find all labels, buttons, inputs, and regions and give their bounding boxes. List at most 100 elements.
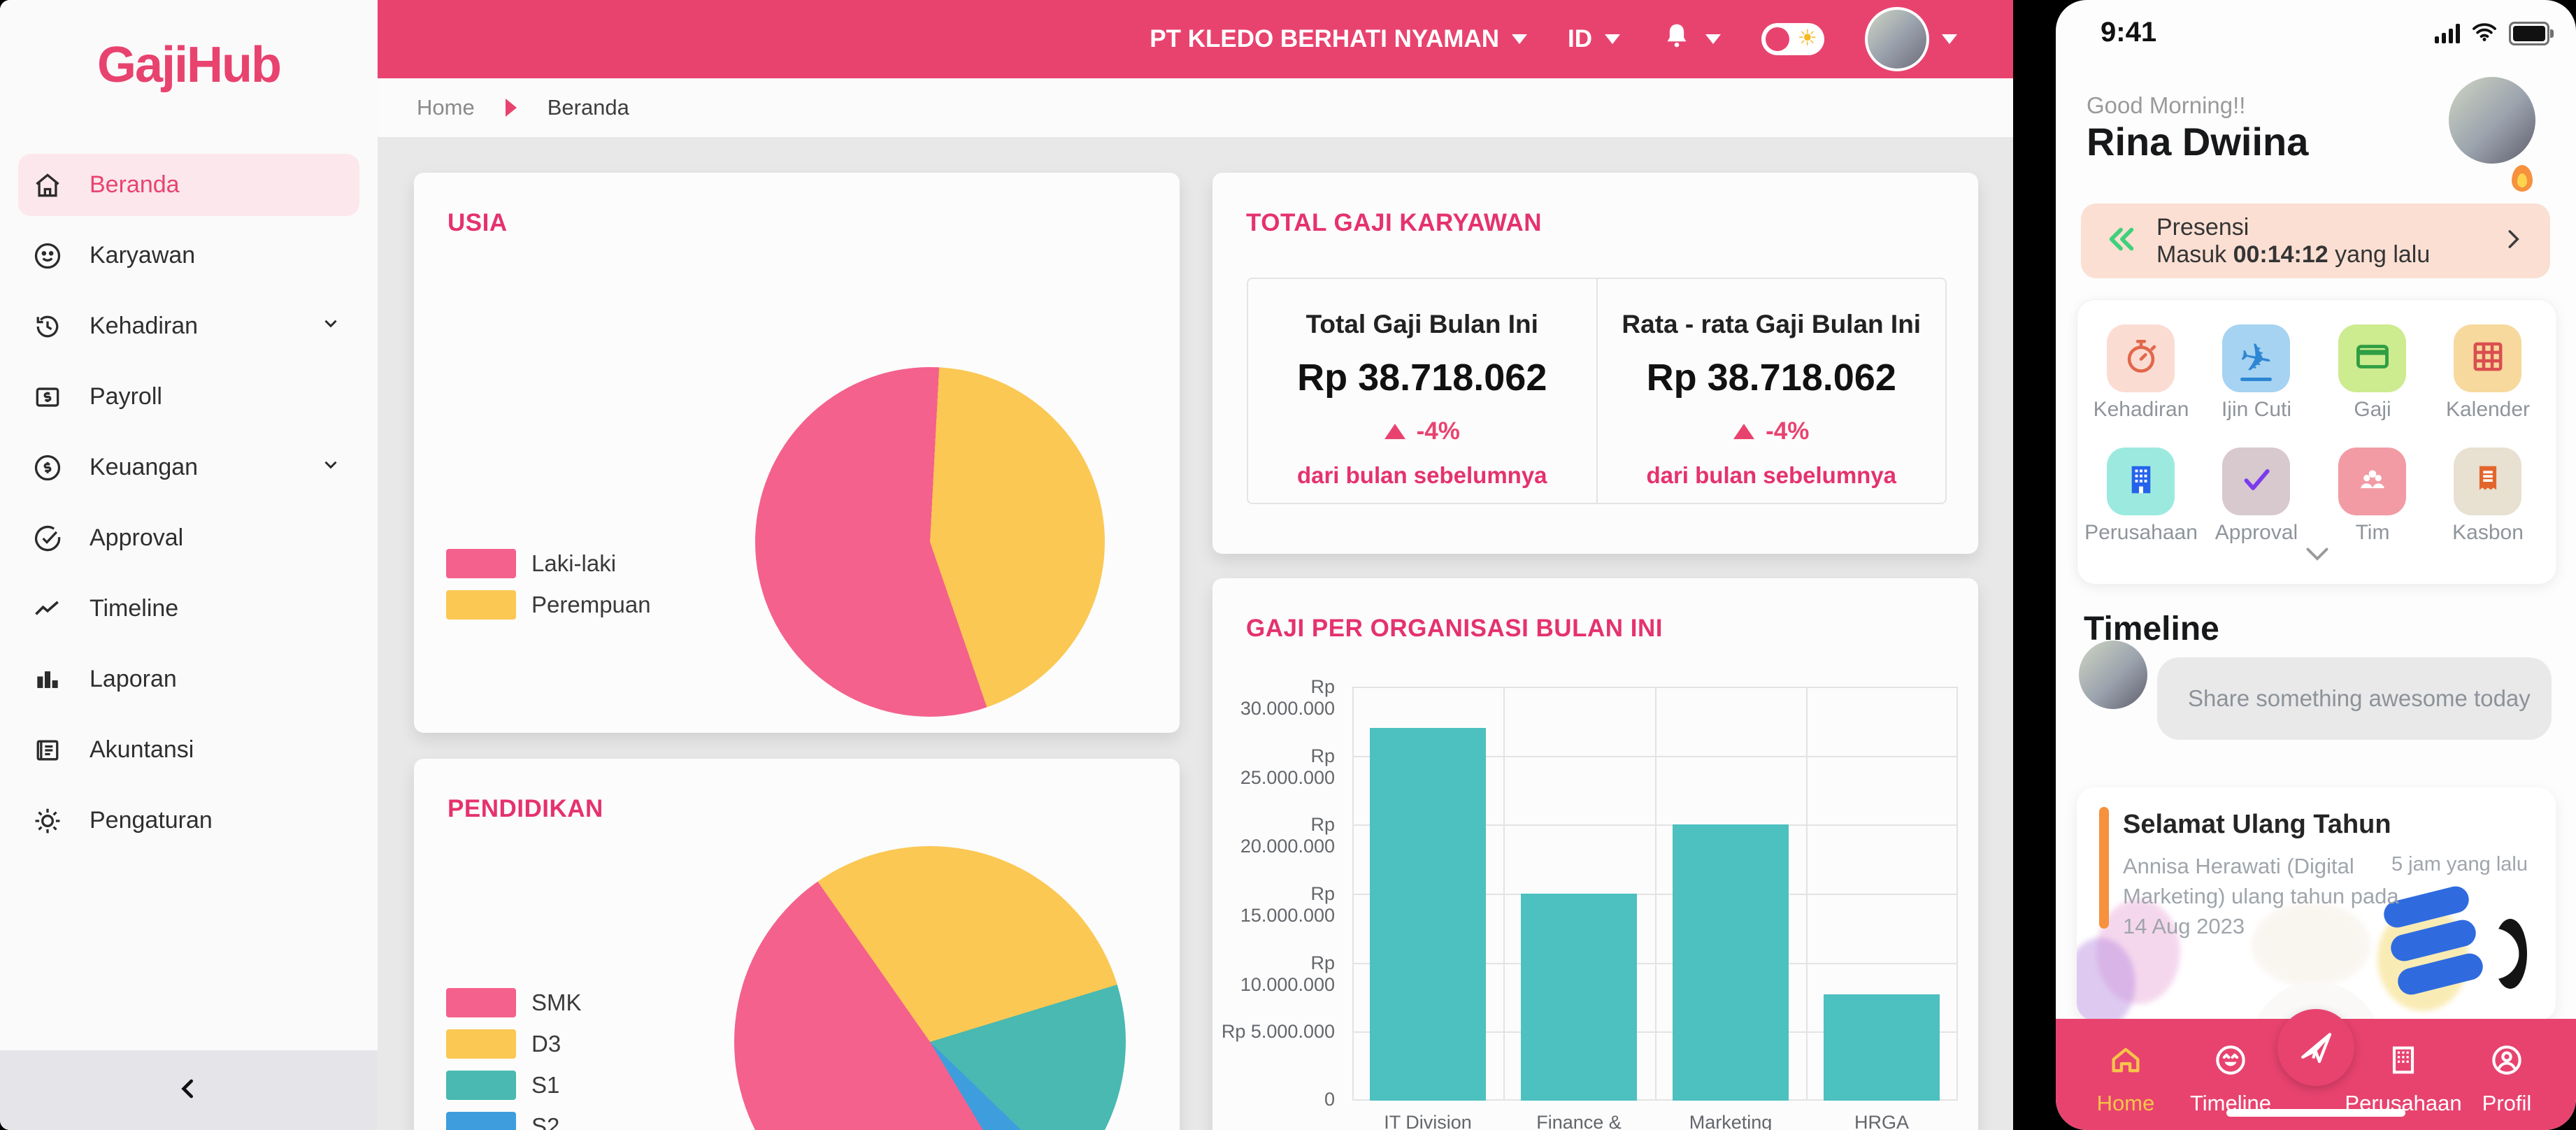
menu-tile-kasbon[interactable] <box>2454 448 2521 515</box>
home-icon <box>2108 1042 2144 1084</box>
sidebar-item-beranda[interactable]: Beranda <box>0 150 378 220</box>
stat-label: Rata - rata Gaji Bulan Ini <box>1622 310 1921 339</box>
sidebar-item-label: Approval <box>90 524 183 552</box>
card-gaji-per-organisasi: GAJI PER ORGANISASI BULAN INI Rp 30.000.… <box>1212 578 1978 1130</box>
bar-group <box>1352 687 1503 1101</box>
sun-icon: ☀ <box>1797 24 1817 51</box>
profile-menu[interactable] <box>1865 7 1957 71</box>
theme-toggle[interactable]: ☀ <box>1761 23 1824 55</box>
sidebar-item-kehadiran[interactable]: Kehadiran <box>0 291 378 362</box>
usia-legend: Laki-laki Perempuan <box>446 549 651 631</box>
breadcrumb: Home Beranda <box>378 78 2013 137</box>
trend-line-icon <box>32 594 63 624</box>
sidebar-item-label: Pengaturan <box>90 807 213 834</box>
card-pendidikan: PENDIDIKAN SMK D3 S1 S2 <box>414 759 1180 1130</box>
card-title: GAJI PER ORGANISASI BULAN INI <box>1246 615 1663 643</box>
y-axis-tick: Rp 5.000.000 <box>1212 1021 1335 1043</box>
company-dropdown[interactable]: PT KLEDO BERHATI NYAMAN <box>1150 25 1527 53</box>
sidebar-item-timeline[interactable]: Timeline <box>0 573 378 644</box>
check-icon <box>2236 459 2277 503</box>
stat-total: Total Gaji Bulan Ini Rp 38.718.062 -4% d… <box>1248 279 1598 503</box>
salary-stats-box: Total Gaji Bulan Ini Rp 38.718.062 -4% d… <box>1247 278 1947 504</box>
streak-flame-icon <box>2512 165 2533 192</box>
bar-marketing <box>1673 824 1789 1101</box>
battery-icon <box>2509 22 2549 45</box>
legend-swatch <box>446 549 516 578</box>
menu-tile-tim[interactable] <box>2338 448 2406 515</box>
presensi-text: Presensi Masuk 00:14:12 yang lalu <box>2156 214 2480 269</box>
menu-tile-gaji[interactable] <box>2338 324 2406 392</box>
presensi-banner[interactable]: Presensi Masuk 00:14:12 yang lalu <box>2081 203 2550 278</box>
menu-tile-approval[interactable] <box>2222 448 2290 515</box>
bar-it-division <box>1370 728 1486 1101</box>
menu-tile-label: Kalender <box>2428 398 2547 422</box>
x-axis-tick: HRGA <box>1806 1112 1957 1130</box>
menu-tile-kehadiran[interactable] <box>2107 324 2175 392</box>
sidebar-item-karyawan[interactable]: Karyawan <box>0 220 378 291</box>
nav-item-home[interactable]: Home <box>2073 1042 2178 1116</box>
avatar[interactable] <box>2449 77 2535 164</box>
language-dropdown[interactable]: ID <box>1568 25 1620 53</box>
stat-delta: -4% <box>1384 417 1460 445</box>
topbar: PT KLEDO BERHATI NYAMAN ID ☀ <box>378 0 2013 78</box>
usia-pie-chart <box>755 367 1105 717</box>
bar-finance <box>1521 894 1637 1101</box>
approval-check-icon <box>32 523 63 554</box>
person-circle-icon <box>2489 1042 2525 1084</box>
team-icon <box>2352 459 2393 503</box>
sidebar-item-label: Karyawan <box>90 242 195 269</box>
notifications-dropdown[interactable] <box>1661 20 1721 59</box>
menu-tile-ijin-cuti[interactable]: ✈ <box>2222 324 2290 392</box>
caret-down-icon <box>1605 34 1620 44</box>
y-axis-tick: Rp 15.000.000 <box>1212 883 1335 927</box>
x-axis-tick: IT Division <box>1352 1112 1503 1130</box>
sidebar-item-label: Akuntansi <box>90 736 194 764</box>
runway-line <box>2240 378 2272 381</box>
x-axis-tick: Finance & <box>1503 1112 1654 1130</box>
card-title: PENDIDIKAN <box>448 795 603 823</box>
ledger-icon <box>32 735 63 766</box>
caret-down-icon <box>1942 34 1957 44</box>
share-post-input[interactable]: Share something awesome today <box>2157 657 2552 740</box>
post-title: Selamat Ulang Tahun <box>2123 810 2391 840</box>
card-title: TOTAL GAJI KARYAWAN <box>1246 209 1542 237</box>
nav-item-profil[interactable]: Profil <box>2454 1042 2559 1116</box>
legend-swatch <box>446 1071 516 1100</box>
new-post-fab[interactable] <box>2277 1009 2354 1086</box>
menu-tile-kalender[interactable] <box>2454 324 2521 392</box>
legend-swatch <box>446 590 516 620</box>
building-icon <box>2385 1042 2421 1084</box>
y-axis-tick: Rp 30.000.000 <box>1212 676 1335 720</box>
breadcrumb-home[interactable]: Home <box>417 95 475 120</box>
y-axis-tick: 0 <box>1212 1089 1335 1110</box>
legend-item: Laki-laki <box>446 549 651 578</box>
sidebar-item-keuangan[interactable]: Keuangan <box>0 432 378 503</box>
sidebar-item-laporan[interactable]: Laporan <box>0 644 378 715</box>
stat-note: dari bulan sebelumnya <box>1297 462 1547 489</box>
caret-down-icon <box>1512 34 1527 44</box>
legend-item: D3 <box>446 1029 582 1059</box>
y-axis-tick: Rp 25.000.000 <box>1212 745 1335 789</box>
nav-item-perusahaan[interactable]: Perusahaan <box>2351 1042 2456 1116</box>
bar-chart-icon <box>32 664 63 695</box>
menu-tile-perusahaan[interactable] <box>2107 448 2175 515</box>
nav-item-timeline[interactable]: Timeline <box>2178 1042 2283 1116</box>
app-logo[interactable]: GajiHub <box>0 36 378 94</box>
signal-icon <box>2435 24 2460 43</box>
sidebar-collapse-bar[interactable] <box>0 1050 378 1130</box>
sidebar-item-akuntansi[interactable]: Akuntansi <box>0 715 378 785</box>
desktop-dashboard: GajiHub Beranda Karyawan <box>0 0 2013 1130</box>
post-body: Annisa Herawati (Digital Marketing) ulan… <box>2123 852 2403 941</box>
chevron-down-icon <box>320 313 341 340</box>
sidebar-item-pengaturan[interactable]: Pengaturan <box>0 785 378 856</box>
bar-group <box>1655 687 1806 1101</box>
company-name: PT KLEDO BERHATI NYAMAN <box>1150 25 1499 53</box>
avatar <box>1865 7 1929 71</box>
legend-label: S1 <box>531 1072 559 1099</box>
sidebar-item-approval[interactable]: Approval <box>0 503 378 573</box>
presensi-suffix: yang lalu <box>2335 241 2430 268</box>
payment-card-icon <box>2352 336 2393 380</box>
logo-decoration <box>2383 894 2537 1013</box>
expand-menu-button[interactable] <box>2305 546 2330 566</box>
sidebar-item-payroll[interactable]: Payroll <box>0 362 378 432</box>
